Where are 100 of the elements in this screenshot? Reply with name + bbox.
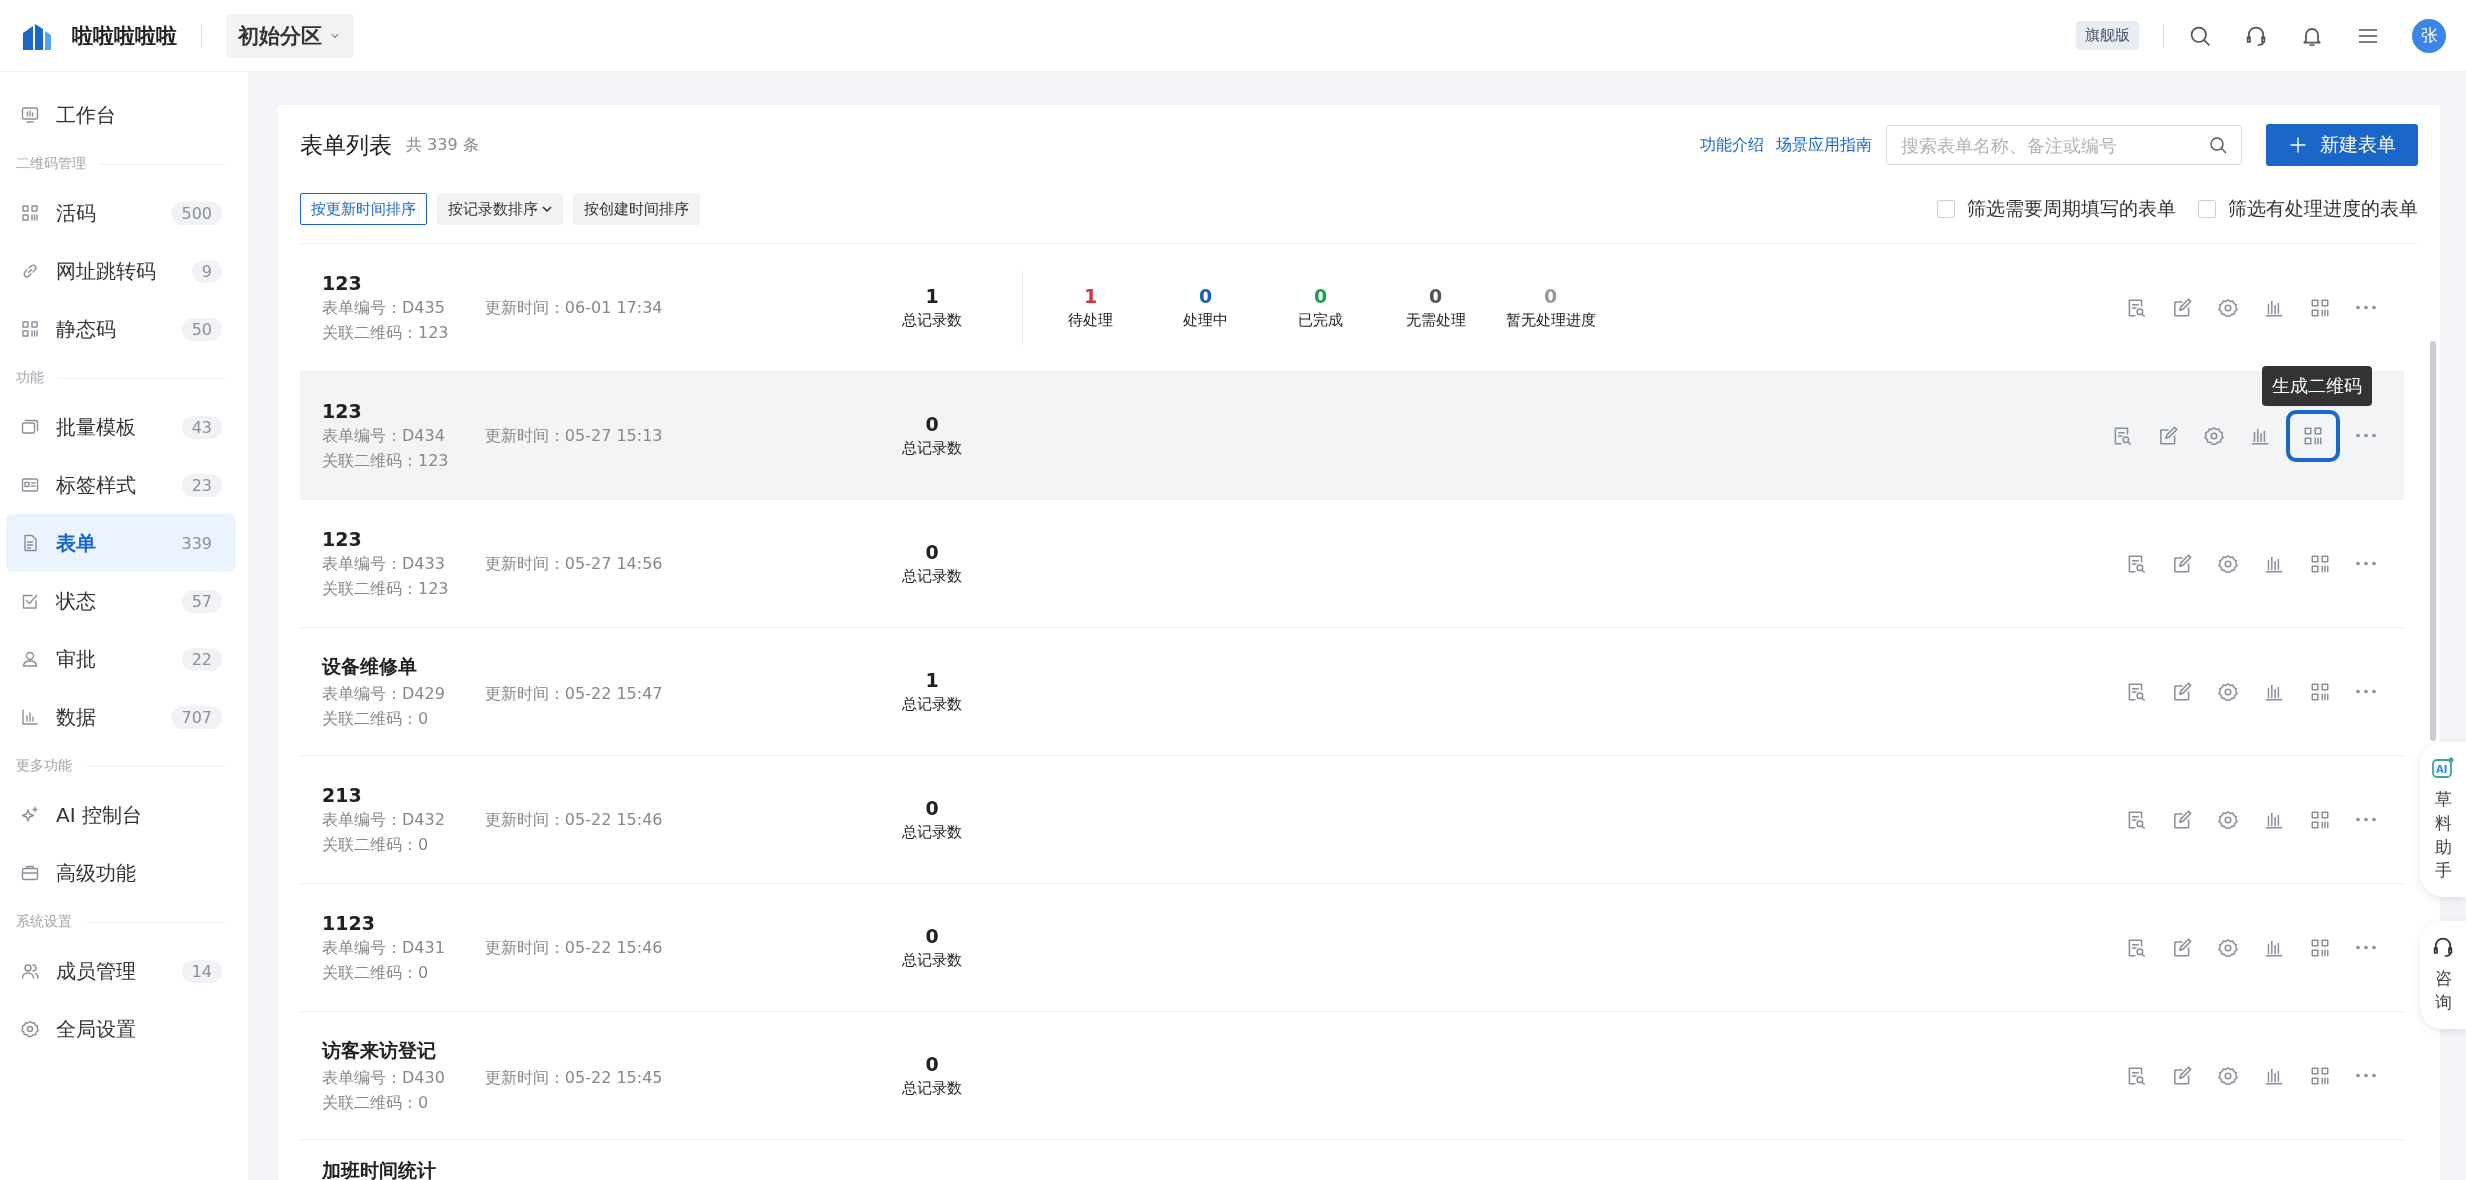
form-row[interactable]: 123 表单编号：D433 更新时间：05-27 14:56 关联二维码：123 0 总记录数 (300, 500, 2404, 628)
record-count: 1 (925, 669, 939, 691)
linked-qr-count: 关联二维码：0 (322, 1092, 429, 1114)
sidebar-item[interactable]: 表单 339 (6, 514, 236, 572)
item-label: 工作台 (56, 101, 116, 129)
sort-button[interactable]: 按记录数排序 (437, 193, 563, 225)
ai-icon: AI (2431, 756, 2455, 780)
brand-name: 啦啦啦啦啦 (72, 22, 177, 50)
form-row[interactable]: 访客来访登记 表单编号：D430 更新时间：05-22 15:45 关联二维码：0 0 总记录数 (300, 1012, 2404, 1140)
record-count: 1 (925, 285, 939, 307)
sidebar-item[interactable]: 成员管理 14 (6, 942, 236, 1000)
form-title: 加班时间统计 (322, 1158, 437, 1180)
item-count: 500 (171, 201, 222, 225)
item-count: 707 (171, 705, 222, 729)
sidebar-item[interactable]: 批量模板 43 (6, 398, 236, 456)
status-count: 0 (1313, 285, 1328, 307)
total-count: 共 339 条 (406, 134, 479, 156)
status-count: 0 (1543, 285, 1558, 307)
item-count: 14 (181, 959, 222, 983)
settings-icon (2217, 936, 2239, 959)
sort-button[interactable]: 按创建时间排序 (573, 193, 700, 225)
search-field[interactable]: 搜索表单名称、备注或编号 (1886, 125, 2242, 165)
floating-button[interactable]: AI 草料助手 (2420, 742, 2466, 898)
form-number: 表单编号：D430 (322, 1067, 445, 1089)
section-label: 更多功能 (16, 757, 72, 775)
checkbox[interactable] (1937, 200, 1955, 218)
status-count: 0 (1198, 285, 1213, 307)
update-time: 更新时间：05-22 15:46 (484, 937, 663, 959)
edit-icon (2171, 296, 2193, 319)
item-label: 状态 (56, 587, 96, 615)
item-count: 57 (181, 589, 222, 613)
sidebar-item[interactable]: 状态 57 (6, 572, 236, 630)
settings-icon (2203, 424, 2225, 447)
person-icon (20, 649, 40, 669)
status-label: 无需处理 (1405, 311, 1466, 330)
sidebar-item[interactable]: 数据 707 (6, 688, 236, 746)
status-count: 0 (1428, 285, 1443, 307)
more-icon (2356, 433, 2376, 438)
sort-button[interactable]: 按更新时间排序 (300, 193, 427, 225)
item-label: 成员管理 (56, 957, 136, 985)
help-link[interactable]: 场景应用指南 (1776, 134, 1872, 156)
sidebar-item[interactable]: AI 控制台 (6, 786, 236, 844)
edit-icon (2171, 680, 2193, 703)
section-label: 系统设置 (16, 913, 72, 931)
item-label: 表单 (56, 529, 96, 557)
floating-button[interactable]: 咨询 (2420, 921, 2466, 1029)
update-time: 更新时间：05-27 14:56 (484, 553, 663, 575)
record-label: 总记录数 (902, 567, 962, 586)
sidebar-item[interactable]: 静态码 50 (6, 300, 236, 358)
more-icon (2356, 305, 2376, 310)
sidebar-item[interactable]: 活码 500 (6, 184, 236, 242)
user-avatar[interactable]: 张 (2412, 18, 2446, 53)
item-count: 22 (181, 647, 222, 671)
qr-code-icon (20, 319, 40, 339)
more-icon (2356, 1073, 2376, 1078)
linked-qr-count: 关联二维码：123 (322, 578, 449, 600)
status-label: 待处理 (1068, 311, 1113, 330)
sidebar-item[interactable]: 全局设置 (6, 1000, 236, 1058)
help-link[interactable]: 功能介绍 (1700, 134, 1764, 156)
form-row[interactable]: 加班时间统计 (300, 1140, 2404, 1180)
sidebar-item[interactable]: 网址跳转码 9 (6, 242, 236, 300)
workspace-dropdown[interactable]: 初始分区 (226, 13, 354, 58)
sidebar-item[interactable]: 标签样式 23 (6, 456, 236, 514)
item-label: 静态码 (56, 315, 116, 343)
search-icon (2208, 135, 2228, 155)
page-title: 表单列表 (300, 130, 392, 160)
update-time: 更新时间：05-22 15:46 (484, 809, 663, 831)
form-row[interactable]: 1123 表单编号：D431 更新时间：05-22 15:46 关联二维码：0 0 总记录数 (300, 884, 2404, 1012)
gear-icon (20, 1019, 40, 1039)
form-row[interactable]: 213 表单编号：D432 更新时间：05-22 15:46 关联二维码：0 0 总记录数 (300, 756, 2404, 884)
item-label: 批量模板 (56, 413, 136, 441)
item-count: 43 (181, 415, 222, 439)
form-row[interactable]: 设备维修单 表单编号：D429 更新时间：05-22 15:47 关联二维码：0 1 总记录数 (300, 628, 2404, 756)
record-label: 总记录数 (902, 439, 962, 458)
linked-qr-count: 关联二维码：123 (322, 322, 449, 344)
scrollbar[interactable] (2430, 341, 2436, 741)
filter-label: 筛选有处理进度的表单 (2228, 196, 2418, 221)
settings-icon (2217, 1064, 2239, 1087)
sidebar-item[interactable]: 工作台 (6, 86, 236, 144)
update-time: 更新时间：05-27 15:13 (484, 425, 663, 447)
form-title: 213 (322, 783, 363, 806)
checkbox[interactable] (2198, 200, 2216, 218)
form-number: 表单编号：D435 (322, 297, 445, 319)
more-icon (2356, 689, 2376, 694)
sidebar-item[interactable]: 审批 22 (6, 630, 236, 688)
new-form-button[interactable]: 新建表单 (2266, 124, 2418, 166)
record-count: 0 (925, 541, 939, 563)
item-label: AI 控制台 (56, 801, 142, 829)
record-count: 0 (925, 797, 939, 819)
headset-icon (2431, 935, 2455, 960)
sidebar-item[interactable]: 高级功能 (6, 844, 236, 902)
id-card-icon (20, 475, 40, 495)
update-time: 更新时间：05-22 15:47 (484, 683, 663, 705)
item-label: 全局设置 (56, 1015, 136, 1043)
settings-icon (2217, 808, 2239, 831)
edit-icon (2171, 808, 2193, 831)
more-icon (2356, 945, 2376, 950)
item-label: 数据 (56, 703, 96, 731)
more-icon (2356, 561, 2376, 566)
edit-icon (2171, 1064, 2193, 1087)
